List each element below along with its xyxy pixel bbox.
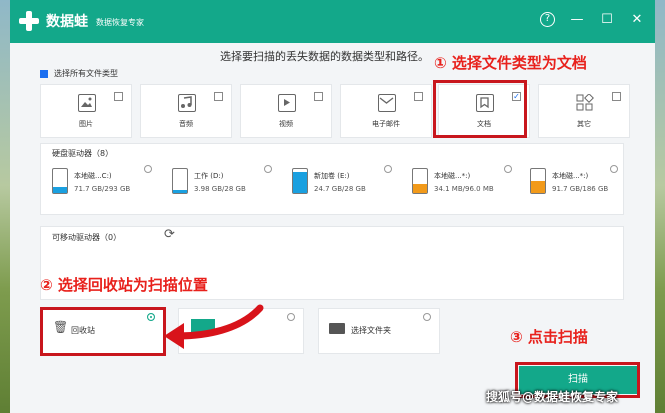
highlight-box-step1 (433, 80, 527, 138)
file-type-label: 音频 (179, 120, 193, 128)
select-all-checkbox[interactable] (40, 69, 48, 78)
drive-size: 71.7 GB/293 GB (74, 185, 131, 193)
annotation-step3: ③ 点击扫描 (510, 328, 588, 346)
drive-usage-fill (413, 184, 427, 193)
drive-name: 新加卷 (E:) (314, 172, 350, 180)
drive-size: 91.7 GB/186 GB (552, 185, 609, 193)
file-type-label: 图片 (79, 120, 93, 128)
drive-name: 本地磁...C:) (74, 172, 112, 180)
file-type-label: 其它 (577, 120, 591, 128)
minimize-icon[interactable]: — (569, 12, 585, 28)
drive-icon (172, 168, 188, 194)
annotation-step2: ② 选择回收站为扫描位置 (40, 276, 208, 294)
drive-name: 工作 (D:) (194, 172, 224, 180)
app-subtitle: 数据恢复专家 (96, 17, 144, 27)
file-type-card-image[interactable]: 图片 (40, 84, 132, 138)
app-name: 数据蛙 (46, 14, 88, 30)
other-icon (576, 93, 594, 112)
hard-drives-title: 硬盘驱动器（8） (52, 149, 114, 158)
file-type-label: 电子邮件 (372, 120, 400, 128)
file-type-checkbox[interactable] (314, 92, 323, 101)
app-logo: 数据蛙 数据恢复专家 (18, 10, 144, 32)
drive-radio[interactable] (504, 165, 512, 173)
file-type-checkbox[interactable] (612, 92, 621, 101)
highlight-box-step2 (40, 307, 166, 356)
drive-usage-fill (173, 189, 187, 193)
drive-radio[interactable] (144, 165, 152, 173)
red-arrow-icon (164, 304, 264, 349)
removable-drives-title: 可移动驱动器（0） (52, 233, 122, 242)
location-radio[interactable] (287, 313, 295, 321)
instruction-text: 选择要扫描的丢失数据的数据类型和路径。 (220, 50, 429, 63)
file-type-card-other[interactable]: 其它 (538, 84, 630, 138)
drive-name: 本地磁...*:) (552, 172, 589, 180)
annotation-step1: ① 选择文件类型为文档 (434, 54, 587, 72)
maximize-icon[interactable]: ☐ (599, 12, 615, 28)
file-type-checkbox[interactable] (414, 92, 423, 101)
drive-icon (292, 168, 308, 194)
file-type-card-audio[interactable]: 音频 (140, 84, 232, 138)
folder-icon (329, 323, 345, 334)
location-radio[interactable] (423, 313, 431, 321)
audio-icon (178, 94, 196, 112)
drive-usage-fill (53, 187, 67, 193)
drive-usage-fill (531, 181, 545, 193)
logo-cross-icon (18, 10, 40, 32)
location-select-folder[interactable]: 选择文件夹 (318, 308, 440, 354)
drive-size: 24.7 GB/28 GB (314, 185, 366, 193)
drive-icon (412, 168, 428, 194)
drive-usage-fill (293, 171, 307, 193)
file-type-card-email[interactable]: 电子邮件 (340, 84, 432, 138)
refresh-icon[interactable]: ⟳ (164, 227, 175, 242)
select-all-label: 选择所有文件类型 (54, 69, 118, 78)
title-bar: 数据蛙 数据恢复专家 ? — ☐ ✕ (10, 0, 655, 43)
file-type-checkbox[interactable] (214, 92, 223, 101)
email-icon (378, 94, 396, 112)
file-type-card-video[interactable]: 视频 (240, 84, 332, 138)
help-icon[interactable]: ? (540, 12, 555, 27)
watermark: 搜狐号@数据蛙恢复专家 (486, 390, 619, 404)
file-type-checkbox[interactable] (114, 92, 123, 101)
file-type-label: 视频 (279, 120, 293, 128)
select-all-file-types[interactable]: 选择所有文件类型 (40, 68, 118, 79)
location-label: 选择文件夹 (351, 326, 391, 335)
drive-name: 本地磁...*:) (434, 172, 471, 180)
drive-size: 34.1 MB/96.0 MB (434, 185, 494, 193)
drive-icon (530, 168, 546, 194)
image-icon (78, 94, 96, 112)
video-icon (278, 94, 296, 112)
drive-radio[interactable] (264, 165, 272, 173)
close-icon[interactable]: ✕ (629, 12, 645, 28)
drive-icon (52, 168, 68, 194)
drive-radio[interactable] (384, 165, 392, 173)
drive-radio[interactable] (610, 165, 618, 173)
drive-size: 3.98 GB/28 GB (194, 185, 246, 193)
